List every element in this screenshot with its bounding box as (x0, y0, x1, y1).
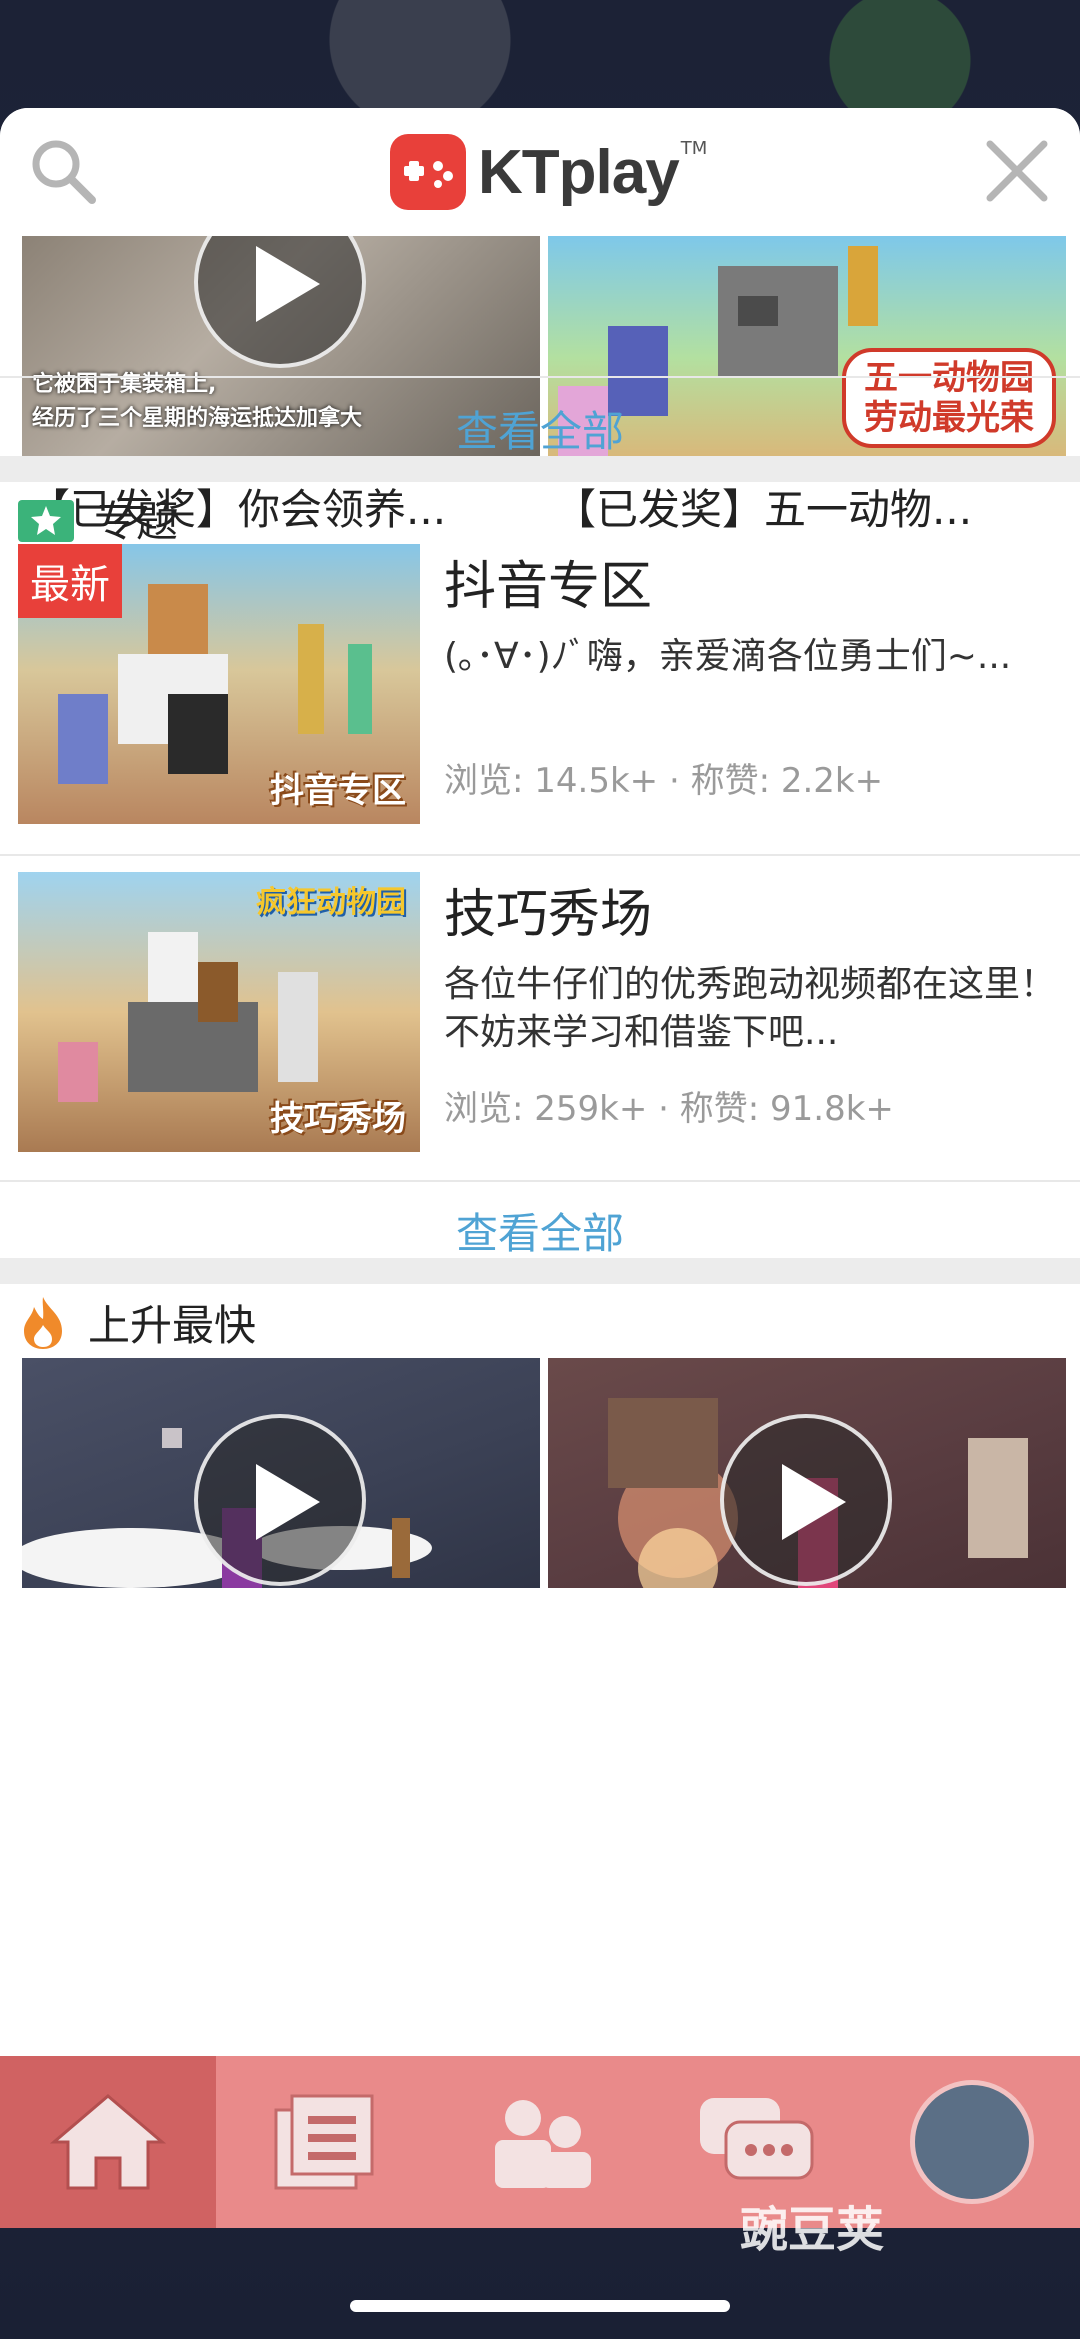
view-all-link[interactable]: 查看全部 (0, 1200, 1080, 1261)
topic-item[interactable]: 最新 抖音专区 抖音专区 (｡･∀･)ﾉﾞ嗨，亲爱滴各位勇士们~... 浏览: … (18, 544, 1080, 824)
topic-item[interactable]: 疯狂动物园 技巧秀场 技巧秀场 各位牛仔们的优秀跑动视频都在这里！不妨来学习和借… (18, 872, 1080, 1152)
badge-line: 五一动物园 (864, 358, 1034, 398)
section-gap (0, 1258, 1080, 1284)
topic-title[interactable]: 技巧秀场 (444, 872, 1064, 947)
chat-icon (700, 2098, 814, 2180)
topic-thumbnail[interactable]: 疯狂动物园 技巧秀场 (18, 872, 420, 1152)
topic-body: 抖音专区 (｡･∀･)ﾉﾞ嗨，亲爱滴各位勇士们~... 浏览: 14.5k+ ·… (444, 544, 1064, 802)
tab-profile[interactable] (864, 2056, 1080, 2228)
view-all-link[interactable]: 查看全部 (0, 398, 1080, 459)
section-title: 上升最快 (88, 1301, 257, 1350)
topics-section-header: 专题 (18, 488, 178, 549)
trademark: TM (680, 137, 708, 159)
video-thumbnail[interactable] (22, 1358, 540, 1588)
featured-video-row: 它被困于集装箱上, 经历了三个星期的海运抵达加拿大 【已发奖】你会领养... 五… (22, 236, 1080, 537)
video-title[interactable]: 【已发奖】五一动物... (548, 476, 1048, 537)
community-panel: KTplay TM 它被困于集装箱上, 经历了三个星期的海运抵达加拿大 【已发奖… (0, 108, 1080, 2228)
watermark: 豌豆荚 (740, 2202, 885, 2258)
header: KTplay TM (0, 108, 1080, 236)
flame-icon (24, 1296, 62, 1349)
video-card[interactable] (22, 1358, 540, 1588)
profile-avatar (910, 2080, 1034, 2204)
tab-friends[interactable] (432, 2056, 648, 2228)
topics-icon (274, 2094, 374, 2190)
section-gap (0, 456, 1080, 482)
play-icon[interactable] (194, 1414, 366, 1586)
tab-topics[interactable] (216, 2056, 432, 2228)
topic-title[interactable]: 抖音专区 (444, 544, 1064, 619)
close-icon[interactable] (984, 138, 1050, 204)
divider (0, 854, 1080, 856)
topic-stats: 浏览: 14.5k+ · 称赞: 2.2k+ (444, 761, 884, 801)
play-icon[interactable] (194, 236, 366, 368)
gamepad-icon (390, 134, 466, 210)
topic-stats: 浏览: 259k+ · 称赞: 91.8k+ (444, 1089, 894, 1129)
topic-body: 技巧秀场 各位牛仔们的优秀跑动视频都在这里！不妨来学习和借鉴下吧... 浏览: … (444, 872, 1064, 1130)
video-card[interactable] (548, 1358, 1066, 1588)
brand-name: KTplay (478, 137, 680, 207)
divider (0, 1180, 1080, 1182)
ktplay-logo: KTplay TM (390, 132, 707, 212)
thumbnail-label: 抖音专区 (270, 771, 406, 811)
thumbnail-label: 技巧秀场 (270, 1099, 406, 1139)
new-tag: 最新 (18, 544, 122, 618)
section-title: 专题 (94, 497, 179, 546)
topic-description: 各位牛仔们的优秀跑动视频都在这里！不妨来学习和借鉴下吧... (444, 964, 1057, 1053)
game-title-art: 疯狂动物园 (256, 885, 406, 920)
bottom-tab-bar (0, 2056, 1080, 2228)
search-icon[interactable] (28, 136, 100, 208)
caption-line: 它被困于集装箱上, (32, 372, 217, 397)
topic-thumbnail[interactable]: 最新 抖音专区 (18, 544, 420, 824)
divider (0, 376, 1080, 378)
tab-home[interactable] (0, 2056, 216, 2228)
rising-section-header: 上升最快 (18, 1292, 256, 1353)
video-thumbnail[interactable] (548, 1358, 1066, 1588)
rising-video-row (22, 1358, 1080, 1588)
star-folder-icon (18, 499, 74, 542)
friends-icon (495, 2100, 591, 2188)
video-card[interactable]: 五一动物园 劳动最光荣 【已发奖】五一动物... (548, 236, 1066, 537)
topic-description: (｡･∀･)ﾉﾞ嗨，亲爱滴各位勇士们~... (444, 636, 1012, 677)
home-indicator[interactable] (350, 2300, 730, 2312)
home-icon (50, 2094, 166, 2190)
play-icon[interactable] (720, 1414, 892, 1586)
